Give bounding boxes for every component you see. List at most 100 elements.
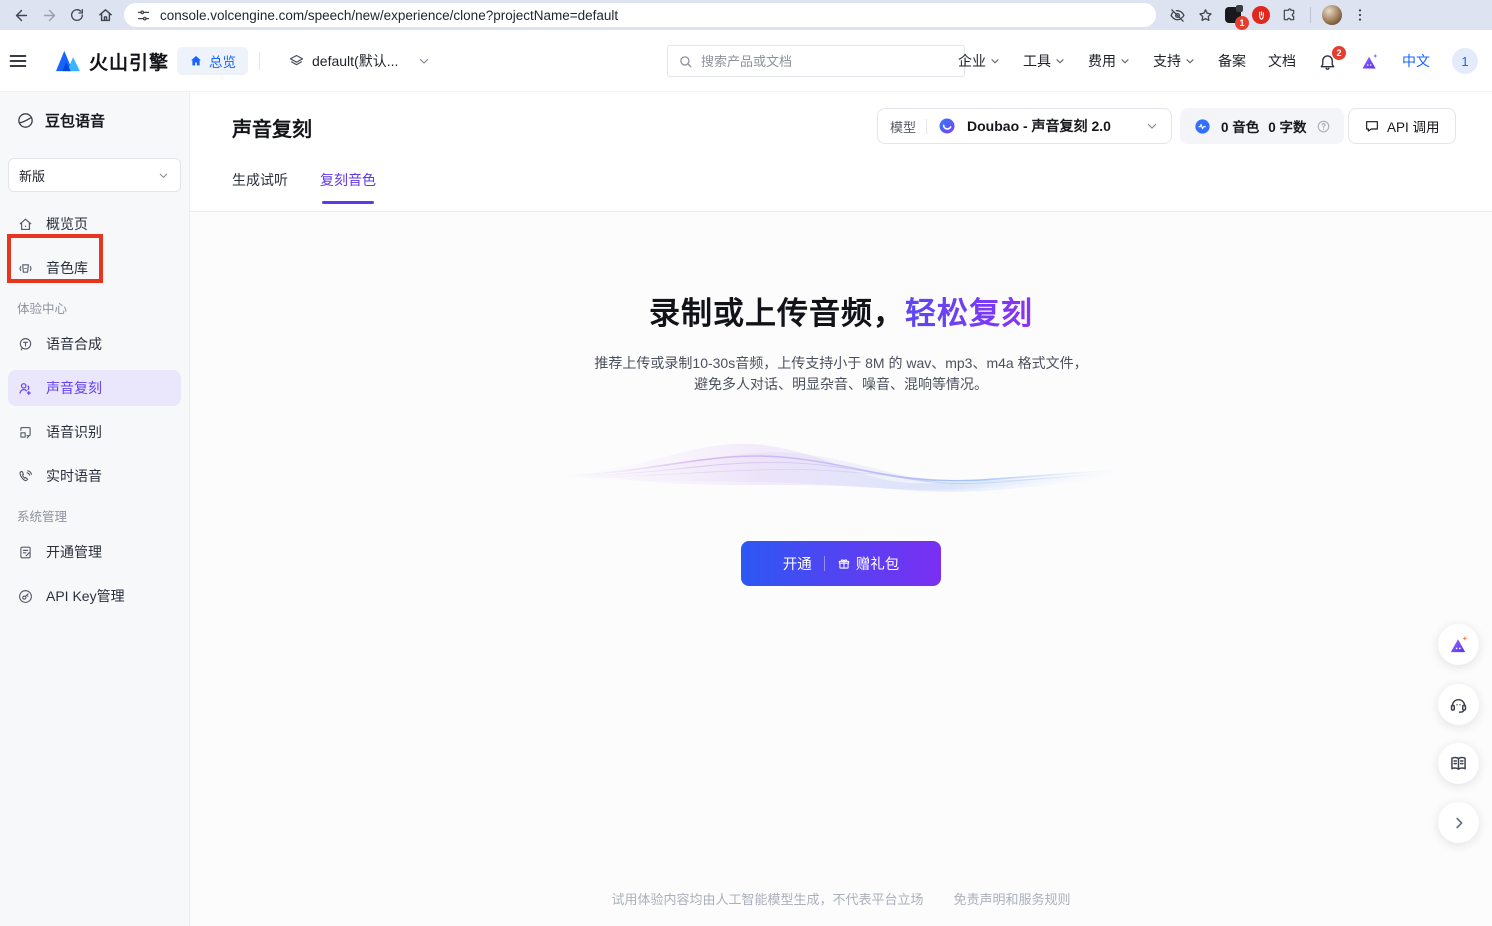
overview-home-icon [189,54,203,68]
sidebar-item-realtime[interactable]: 实时语音 [8,458,181,494]
main-panel: 声音复刻 模型 Doubao - 声音复刻 2.0 0 音色 0 字数 API … [190,92,1492,926]
adblock-icon[interactable] [1248,2,1274,28]
hero-desc-line2: 避免多人对话、明显杂音、噪音、混响等情况。 [594,374,1087,395]
ai-assistant-float-button[interactable] [1438,624,1479,665]
sidebar-item-activation[interactable]: 开通管理 [8,534,181,570]
notification-badge: 2 [1332,46,1346,60]
voice-count: 0 音色 [1221,116,1259,136]
chevron-down-icon [1145,119,1159,133]
clone-content: 录制或上传音频，轻松复刻 推荐上传或录制10-30s音频，上传支持小于 8M 的… [190,212,1492,926]
api-call-button[interactable]: API 调用 [1348,108,1456,144]
realtime-voice-icon [17,468,34,485]
sidebar-item-overview[interactable]: 概览页 [8,206,181,242]
sidebar-item-voice-clone[interactable]: 声音复刻 [8,370,181,406]
home-icon[interactable] [92,2,118,28]
browser-menu-icon[interactable] [1347,2,1373,28]
collapse-chevron-button[interactable] [1438,802,1479,843]
nav-menu-tools[interactable]: 工具 [1023,51,1066,71]
overview-page-icon [17,216,34,233]
sidebar-item-label: 概览页 [46,214,88,234]
sidebar: 豆包语音 新版 概览页 音色库 体验中心 语音合成 声音复刻 语音识别 [0,92,190,926]
profile-avatar[interactable] [1319,2,1345,28]
model-selector[interactable]: 模型 Doubao - 声音复刻 2.0 [877,108,1172,144]
sidebar-item-asr[interactable]: 语音识别 [8,414,181,450]
docs-book-button[interactable] [1438,743,1479,784]
chevron-down-icon [417,54,431,68]
user-avatar[interactable]: 1 [1452,48,1478,74]
sidebar-item-label: 音色库 [46,258,88,278]
navbar-divider [259,30,260,92]
notification-bell[interactable]: 2 [1318,52,1337,71]
model-divider [926,119,927,134]
ai-assistant-icon[interactable] [1359,51,1380,72]
hidden-eye-icon[interactable] [1164,2,1190,28]
book-icon [1448,753,1469,774]
sidebar-section-system: 系统管理 [8,502,181,528]
support-headset-button[interactable] [1438,684,1479,725]
nav-menu-enterprise[interactable]: 企业 [958,51,1001,71]
tab-bar: 生成试听 复刻音色 [232,170,376,204]
address-bar[interactable]: console.volcengine.com/speech/new/experi… [124,3,1156,27]
sidebar-item-api-key[interactable]: API Key管理 [8,578,181,614]
doubao-voice-icon [16,111,35,130]
help-icon[interactable] [1316,119,1331,134]
hero-desc-line1: 推荐上传或录制10-30s音频，上传支持小于 8M 的 wav、mp3、m4a … [594,353,1087,374]
back-icon[interactable] [8,2,34,28]
nav-menu-billing[interactable]: 费用 [1088,51,1131,71]
nav-menu-label: 企业 [958,51,986,71]
chevron-down-icon [1184,55,1196,67]
search-icon [678,54,693,69]
nav-menu-icp[interactable]: 备案 [1218,51,1246,71]
refresh-icon[interactable] [64,2,90,28]
logo-text: 火山引擎 [89,48,169,75]
site-info-icon[interactable] [136,8,151,23]
gift-label: 赠礼包 [856,553,900,574]
usage-stats: 0 音色 0 字数 [1180,108,1344,144]
nav-menu-label: 文档 [1268,51,1296,71]
sidebar-item-tts[interactable]: 语音合成 [8,326,181,362]
browser-toolbar: console.volcengine.com/speech/new/experi… [0,0,1492,30]
usage-icon [1193,117,1212,136]
language-switch[interactable]: 中文 [1402,51,1430,71]
chevron-down-icon [1054,55,1066,67]
bookmark-star-icon[interactable] [1192,2,1218,28]
floating-toolbar [1438,624,1479,843]
version-selector[interactable]: 新版 [8,158,181,192]
puzzle-extensions-icon[interactable] [1276,2,1302,28]
product-search[interactable] [667,45,965,77]
url-text[interactable]: console.volcengine.com/speech/new/experi… [160,8,618,23]
char-count: 0 字数 [1268,116,1306,136]
hamburger-icon[interactable] [8,30,28,92]
project-label: default(默认... [312,51,398,71]
tab-clone-voice[interactable]: 复刻音色 [320,170,376,204]
volcengine-logo[interactable]: 火山引擎 [54,30,169,92]
waveform-graphic [561,425,1121,513]
chevron-down-icon [157,169,170,182]
sidebar-item-label: 实时语音 [46,466,102,486]
sidebar-section-experience: 体验中心 [8,294,181,320]
extension-icon[interactable]: 1 [1220,2,1246,28]
sidebar-item-label: 开通管理 [46,542,102,562]
headset-icon [1448,694,1469,715]
chevron-right-icon [1450,814,1468,832]
tab-generate-preview[interactable]: 生成试听 [232,170,288,204]
chevron-down-icon [1119,55,1131,67]
overview-button[interactable]: 总览 [177,30,248,92]
page-footer: 试用体验内容均由人工智能模型生成，不代表平台立场 免责声明和服务规则 [190,889,1492,908]
search-input[interactable] [701,54,954,69]
activation-doc-icon [17,544,34,561]
sidebar-item-voice-library[interactable]: 音色库 [8,250,181,286]
sidebar-item-label: API Key管理 [46,586,125,606]
footer-disclaimer: 试用体验内容均由人工智能模型生成，不代表平台立场 [611,889,923,908]
volcengine-logo-icon [54,49,82,73]
nav-menu-support[interactable]: 支持 [1153,51,1196,71]
nav-menu-docs[interactable]: 文档 [1268,51,1296,71]
sidebar-product[interactable]: 豆包语音 [8,104,181,136]
hero-description: 推荐上传或录制10-30s音频，上传支持小于 8M 的 wav、mp3、m4a … [594,353,1087,395]
project-selector[interactable]: default(默认... [288,30,431,92]
hero-title-accent: 轻松复刻 [905,296,1033,331]
voice-clone-icon [17,380,34,397]
forward-icon[interactable] [36,2,62,28]
activate-button[interactable]: 开通 赠礼包 [741,541,941,586]
footer-legal-link[interactable]: 免责声明和服务规则 [954,889,1071,908]
